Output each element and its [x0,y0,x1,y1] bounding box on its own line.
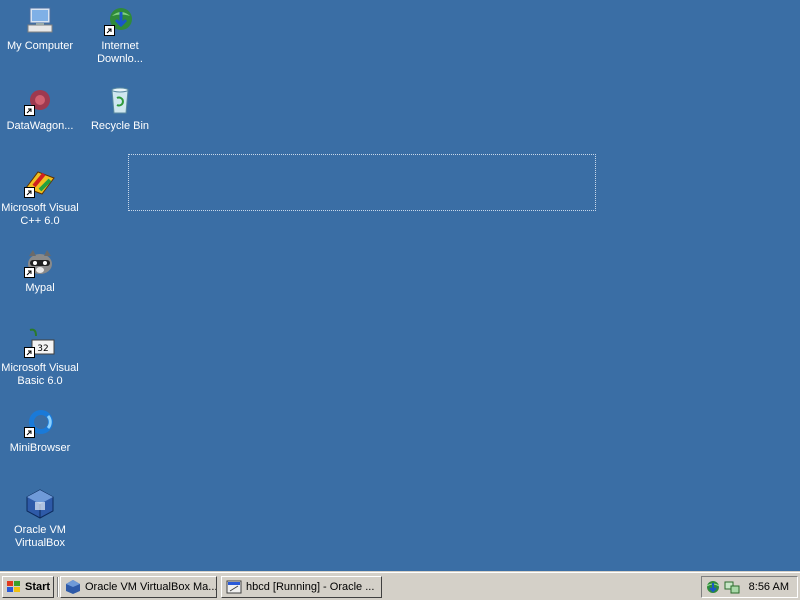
shortcut-arrow-icon [24,267,35,278]
taskbar-button-hbcd-running[interactable]: hbcd [Running] - Oracle ... [221,576,382,598]
desktop-icon-label: Recycle Bin [90,120,150,132]
internet-download-manager-icon [104,4,136,36]
drag-selection-rectangle [128,154,596,211]
taskbar: Start Oracle VM VirtualBox Ma... hbcd [R… [0,571,800,600]
taskbar-button-label: Oracle VM VirtualBox Ma... [85,581,217,593]
mypal-raccoon-icon [24,246,56,278]
desktop-icon-mypal[interactable]: Mypal [0,246,80,295]
recycle-bin-icon [104,84,136,116]
shortcut-arrow-icon [104,25,115,36]
virtualbox-icon [24,488,56,520]
desktop-icon-visual-basic[interactable]: 32 Microsoft Visual Basic 6.0 [0,326,80,388]
shortcut-arrow-icon [24,427,35,438]
desktop-icon-recycle-bin[interactable]: Recycle Bin [80,84,160,133]
start-button[interactable]: Start [2,576,54,598]
network-globe-icon[interactable] [705,579,721,595]
desktop-icon-label: MiniBrowser [9,442,71,454]
desktop[interactable]: My Computer Internet Downlo... DataWagon… [0,0,800,572]
windows-flag-icon [7,581,20,592]
visual-cpp-icon [24,166,56,198]
svg-text:32: 32 [37,344,48,354]
network-connection-icon[interactable] [724,579,740,595]
taskbar-button-label: hbcd [Running] - Oracle ... [246,581,375,593]
desktop-icon-label: Oracle VM VirtualBox [14,524,66,549]
desktop-icon-my-computer[interactable]: My Computer [0,4,80,53]
taskbar-separator [57,577,59,597]
shortcut-arrow-icon [24,187,35,198]
desktop-icon-virtualbox[interactable]: Oracle VM VirtualBox [0,488,80,550]
desktop-icon-visual-cpp[interactable]: Microsoft Visual C++ 6.0 [0,166,80,228]
desktop-icon-label: My Computer [6,40,74,52]
desktop-icon-label: Microsoft Visual C++ 6.0 [1,202,79,227]
desktop-icon-label: DataWagon... [6,120,74,132]
clock[interactable]: 8:56 AM [749,581,789,593]
visual-basic-icon: 32 [24,326,56,358]
taskbar-button-virtualbox-manager[interactable]: Oracle VM VirtualBox Ma... [60,576,217,598]
desktop-icon-datawagon[interactable]: DataWagon... [0,84,80,133]
shortcut-arrow-icon [24,347,35,358]
datawagon-icon [24,84,56,116]
desktop-icon-label: Mypal [25,282,55,294]
system-tray: 8:56 AM [701,576,798,598]
virtualbox-vm-icon [226,580,242,594]
my-computer-icon [24,4,56,36]
virtualbox-icon [66,580,80,594]
start-label: Start [25,581,51,593]
desktop-icon-minibrowser[interactable]: MiniBrowser [0,406,80,455]
desktop-icon-label: Internet Downlo... [97,40,143,65]
minibrowser-icon [24,406,56,438]
desktop-icon-internet-download-manager[interactable]: Internet Downlo... [80,4,160,66]
shortcut-arrow-icon [24,105,35,116]
desktop-icon-label: Microsoft Visual Basic 6.0 [1,362,79,387]
